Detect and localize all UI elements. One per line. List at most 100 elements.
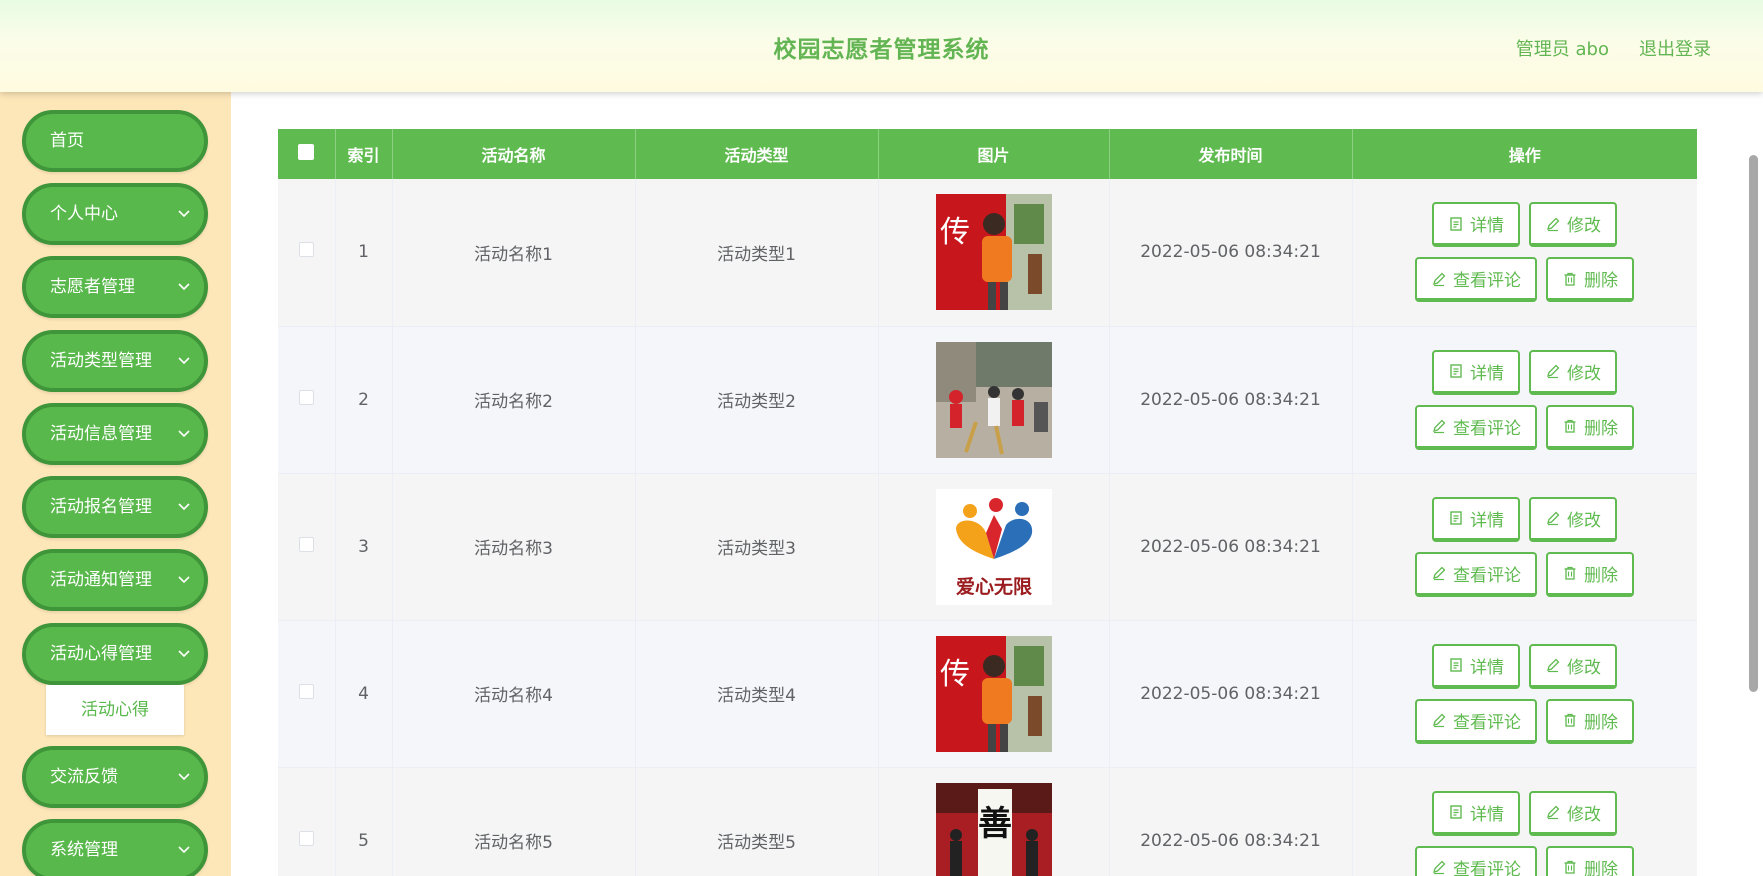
delete-button[interactable]: 删除 — [1546, 698, 1634, 744]
trash-icon — [1562, 565, 1578, 581]
detail-button-label: 详情 — [1470, 510, 1504, 531]
cell-index: 4 — [335, 620, 393, 768]
sidebar-item-label: 个人中心 — [50, 204, 118, 224]
view-comments-button[interactable]: 查看评论 — [1415, 845, 1537, 876]
chevron-down-icon — [178, 627, 190, 681]
row-select-cell[interactable] — [278, 179, 336, 327]
svg-text:传: 传 — [940, 657, 970, 692]
trash-icon — [1562, 712, 1578, 728]
admin-user-label: 管理员 abo — [1515, 39, 1609, 60]
edit-icon — [1431, 271, 1447, 287]
delete-button-label: 删除 — [1584, 565, 1618, 586]
view-comments-button[interactable]: 查看评论 — [1415, 698, 1537, 744]
logo-text: 爱心无限 — [955, 576, 1031, 598]
detail-button-label: 详情 — [1470, 363, 1504, 384]
edit-button[interactable]: 修改 — [1529, 790, 1617, 836]
trash-icon — [1562, 271, 1578, 287]
sidebar-item-activity-signup-manage[interactable]: 活动报名管理 — [22, 476, 208, 538]
view-comments-button[interactable]: 查看评论 — [1415, 257, 1537, 303]
detail-button[interactable]: 详情 — [1432, 349, 1520, 395]
detail-icon — [1448, 216, 1464, 232]
sidebar-item-label: 志愿者管理 — [50, 277, 135, 297]
delete-button-label: 删除 — [1584, 712, 1618, 733]
activity-image[interactable]: 传 — [935, 194, 1052, 311]
detail-button[interactable]: 详情 — [1432, 496, 1520, 542]
detail-button[interactable]: 详情 — [1432, 202, 1520, 248]
sidebar-item-feedback[interactable]: 交流反馈 — [22, 746, 208, 808]
cell-image — [878, 326, 1110, 474]
action-row: 详情 修改 — [1432, 790, 1617, 836]
activity-image[interactable] — [935, 341, 1052, 458]
table-row: 5 活动名称5 活动类型5 善 2022-05-06 08:34:21 详情 修… — [278, 767, 1697, 876]
table-header-row: 索引 活动名称 活动类型 图片 发布时间 操作 — [278, 129, 1697, 179]
cell-activity-name: 活动名称3 — [392, 473, 636, 621]
chevron-down-icon — [178, 480, 190, 534]
edit-button-label: 修改 — [1567, 510, 1601, 531]
edit-button[interactable]: 修改 — [1529, 202, 1617, 248]
scrollbar-thumb[interactable] — [1749, 155, 1758, 692]
cell-activity-type: 活动类型1 — [635, 179, 879, 327]
detail-button[interactable]: 详情 — [1432, 643, 1520, 689]
delete-button[interactable]: 删除 — [1546, 845, 1634, 876]
select-all-header[interactable] — [278, 129, 336, 179]
row-select-cell[interactable] — [278, 767, 336, 876]
cell-activity-type: 活动类型2 — [635, 326, 879, 474]
view-comments-label: 查看评论 — [1453, 565, 1521, 586]
edit-button[interactable]: 修改 — [1529, 643, 1617, 689]
submenu-item-activity-experience[interactable]: 活动心得 — [46, 685, 184, 735]
row-checkbox[interactable] — [298, 683, 314, 699]
cell-activity-name: 活动名称4 — [392, 620, 636, 768]
action-group: 详情 修改 查看评论 删除 — [1353, 349, 1697, 450]
sidebar-item-volunteer-manage[interactable]: 志愿者管理 — [22, 256, 208, 318]
view-comments-button[interactable]: 查看评论 — [1415, 551, 1537, 597]
cell-publish-time: 2022-05-06 08:34:21 — [1109, 620, 1353, 768]
detail-icon — [1448, 363, 1464, 379]
row-checkbox[interactable] — [298, 536, 314, 552]
delete-button[interactable]: 删除 — [1546, 257, 1634, 303]
sidebar-item-system-manage[interactable]: 系统管理 — [22, 819, 208, 876]
chevron-down-icon — [178, 407, 190, 461]
edit-button[interactable]: 修改 — [1529, 349, 1617, 395]
sidebar-item-activity-info-manage[interactable]: 活动信息管理 — [22, 403, 208, 465]
chevron-down-icon — [178, 260, 190, 314]
row-select-cell[interactable] — [278, 620, 336, 768]
logout-link[interactable]: 退出登录 — [1639, 35, 1711, 61]
edit-icon — [1431, 418, 1447, 434]
edit-icon — [1545, 657, 1561, 673]
detail-button[interactable]: 详情 — [1432, 790, 1520, 836]
row-checkbox[interactable] — [298, 389, 314, 405]
view-comments-label: 查看评论 — [1453, 712, 1521, 733]
row-select-cell[interactable] — [278, 473, 336, 621]
activity-image[interactable]: 善 — [935, 782, 1052, 876]
activity-image[interactable]: 传 — [935, 635, 1052, 752]
edit-icon — [1545, 804, 1561, 820]
row-checkbox[interactable] — [298, 242, 314, 258]
sidebar-item-label: 活动报名管理 — [50, 497, 152, 517]
chevron-down-icon — [178, 334, 190, 388]
table-row: 3 活动名称3 活动类型3 爱心无限 2022-05-06 08:34:21 详… — [278, 473, 1697, 621]
action-row: 查看评论 删除 — [1415, 404, 1634, 450]
sidebar-item-personal-center[interactable]: 个人中心 — [22, 183, 208, 245]
action-row: 查看评论 删除 — [1415, 845, 1634, 876]
cell-activity-name: 活动名称5 — [392, 767, 636, 876]
action-row: 详情 修改 — [1432, 643, 1617, 689]
view-comments-button[interactable]: 查看评论 — [1415, 404, 1537, 450]
sidebar-item-home[interactable]: 首页 — [22, 110, 208, 172]
view-comments-label: 查看评论 — [1453, 271, 1521, 292]
sidebar-item-activity-experience-manage[interactable]: 活动心得管理 — [22, 623, 208, 685]
cell-actions: 详情 修改 查看评论 删除 — [1352, 620, 1697, 768]
edit-button[interactable]: 修改 — [1529, 496, 1617, 542]
sidebar-item-activity-type-manage[interactable]: 活动类型管理 — [22, 330, 208, 392]
sidebar-item-label: 活动类型管理 — [50, 351, 152, 371]
delete-button[interactable]: 删除 — [1546, 404, 1634, 450]
cell-actions: 详情 修改 查看评论 删除 — [1352, 473, 1697, 621]
edit-button-label: 修改 — [1567, 804, 1601, 825]
activity-image[interactable]: 爱心无限 — [935, 488, 1052, 605]
sidebar-item-activity-notice-manage[interactable]: 活动通知管理 — [22, 549, 208, 611]
row-checkbox[interactable] — [298, 830, 314, 846]
action-group: 详情 修改 查看评论 删除 — [1353, 496, 1697, 597]
row-select-cell[interactable] — [278, 326, 336, 474]
delete-button[interactable]: 删除 — [1546, 551, 1634, 597]
select-all-checkbox[interactable] — [298, 144, 315, 160]
cell-image: 善 — [878, 767, 1110, 876]
